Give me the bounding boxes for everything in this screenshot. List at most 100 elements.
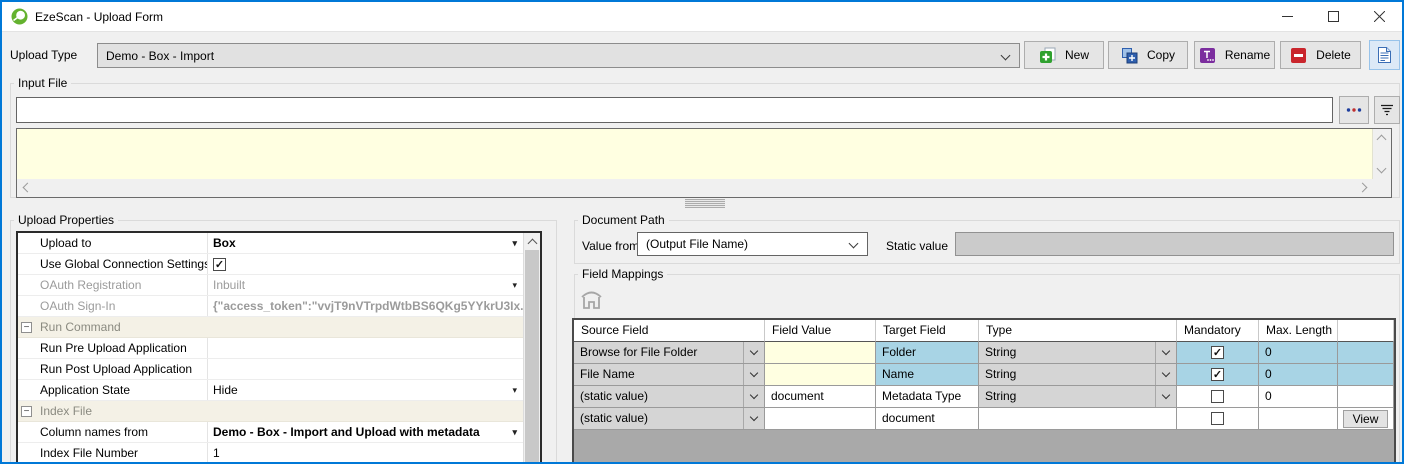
type-select[interactable]: String — [979, 342, 1177, 364]
property-value[interactable]: ✓ — [208, 254, 523, 274]
collapse-icon[interactable]: − — [21, 406, 32, 417]
preview-text-area[interactable] — [17, 129, 1373, 179]
collapse-icon[interactable]: − — [21, 322, 32, 333]
source-field-dropdown[interactable] — [743, 408, 764, 429]
property-value[interactable]: Inbuilt ▾ — [208, 275, 523, 295]
browse-button[interactable] — [1339, 96, 1369, 124]
delete-button[interactable]: Delete — [1280, 41, 1361, 69]
upload-type-select[interactable]: Demo - Box - Import — [97, 43, 1020, 68]
property-row[interactable]: Index File Number1 — [18, 443, 523, 464]
filter-button[interactable] — [1374, 96, 1400, 124]
field-value-cell[interactable] — [765, 364, 876, 386]
source-field-dropdown[interactable] — [743, 386, 764, 407]
dropdown-arrow-icon[interactable]: ▾ — [512, 275, 517, 295]
view-definition-button[interactable] — [1369, 40, 1400, 70]
property-value-text: {"access_token":"vvjT9nVTrpdWtbBS6QKg5YY… — [213, 299, 523, 313]
max-length-text: 0 — [1265, 345, 1272, 359]
static-value-input — [955, 232, 1394, 256]
property-row[interactable]: OAuth RegistrationInbuilt▾ — [18, 275, 523, 296]
chevron-down-icon — [750, 347, 758, 355]
property-value[interactable] — [208, 359, 523, 379]
target-field-cell[interactable]: document — [876, 408, 979, 430]
target-field-cell[interactable]: Folder — [876, 342, 979, 364]
mandatory-checkbox[interactable]: ✓ — [1211, 368, 1224, 381]
maximize-button[interactable] — [1310, 2, 1356, 31]
max-length-cell[interactable]: 0 — [1259, 386, 1338, 408]
source-field-select[interactable]: File Name — [574, 364, 765, 386]
source-field-dropdown[interactable] — [743, 342, 764, 363]
source-field-select[interactable]: (static value) — [574, 386, 765, 408]
mapping-row[interactable]: (static value) document View — [574, 408, 1394, 430]
scroll-right-icon[interactable] — [1358, 183, 1368, 193]
mandatory-cell[interactable]: ✓ — [1177, 364, 1259, 386]
mandatory-cell[interactable]: ✓ — [1177, 342, 1259, 364]
type-dropdown[interactable] — [1155, 364, 1176, 385]
type-select[interactable]: String — [979, 364, 1177, 386]
preview-vertical-scrollbar[interactable] — [1373, 129, 1391, 179]
copy-button[interactable]: Copy — [1108, 41, 1188, 69]
splitter-handle[interactable] — [685, 199, 725, 208]
property-row[interactable]: Run Post Upload Application — [18, 359, 523, 380]
type-dropdown[interactable] — [1155, 386, 1176, 407]
max-length-cell[interactable]: 0 — [1259, 342, 1338, 364]
preview-horizontal-scrollbar[interactable] — [17, 179, 1373, 197]
type-select[interactable]: String — [979, 386, 1177, 408]
source-field-dropdown[interactable] — [743, 364, 764, 385]
field-value-cell[interactable] — [765, 342, 876, 364]
property-value[interactable]: Hide▾ — [208, 380, 523, 400]
view-button[interactable]: View — [1343, 410, 1389, 428]
mapping-row[interactable]: (static value)documentMetadata TypeStrin… — [574, 386, 1394, 408]
target-field-cell[interactable]: Metadata Type — [876, 386, 979, 408]
property-value-text: Inbuilt — [213, 278, 245, 292]
document-icon — [1377, 46, 1392, 64]
mandatory-checkbox[interactable]: ✓ — [1211, 346, 1224, 359]
property-value[interactable]: Demo - Box - Import and Upload with meta… — [208, 422, 523, 442]
dropdown-arrow-icon[interactable]: ▾ — [512, 422, 517, 442]
max-length-cell[interactable] — [1259, 408, 1338, 430]
mapping-row[interactable]: Browse for File Folder FolderString ✓ 0 — [574, 342, 1394, 364]
property-value[interactable] — [208, 338, 523, 358]
property-row[interactable]: Use Global Connection Settings ✓ — [18, 254, 523, 275]
value-from-select[interactable]: (Output File Name) — [637, 232, 868, 256]
target-field-cell[interactable]: Name — [876, 364, 979, 386]
property-name: Use Global Connection Settings — [18, 254, 208, 274]
new-button[interactable]: New — [1024, 41, 1104, 69]
property-value[interactable]: {"access_token":"vvjT9nVTrpdWtbBS6QKg5YY… — [208, 296, 523, 316]
source-field-select[interactable]: (static value) — [574, 408, 765, 430]
dropdown-arrow-icon[interactable]: ▾ — [512, 380, 517, 400]
max-length-cell[interactable]: 0 — [1259, 364, 1338, 386]
property-row[interactable]: OAuth Sign-In{"access_token":"vvjT9nVTrp… — [18, 296, 523, 317]
rename-button[interactable]: Rename — [1194, 41, 1275, 69]
property-value[interactable]: 1 — [208, 443, 523, 463]
type-dropdown[interactable] — [1155, 342, 1176, 363]
property-row[interactable]: Run Pre Upload Application — [18, 338, 523, 359]
input-file-input[interactable] — [16, 97, 1333, 123]
checkbox-checked[interactable]: ✓ — [213, 258, 226, 271]
scrollbar-thumb[interactable] — [525, 250, 539, 464]
mandatory-cell[interactable] — [1177, 386, 1259, 408]
dropdown-arrow-icon[interactable]: ▾ — [512, 233, 517, 253]
mandatory-checkbox[interactable] — [1211, 412, 1224, 425]
property-group-row[interactable]: −Run Command — [18, 317, 523, 338]
mandatory-checkbox[interactable] — [1211, 390, 1224, 403]
field-value-cell[interactable]: document — [765, 386, 876, 408]
home-icon[interactable] — [579, 287, 604, 314]
field-value-cell[interactable] — [765, 408, 876, 430]
chevron-down-icon — [1001, 50, 1011, 60]
scroll-up-icon[interactable] — [1377, 135, 1387, 145]
scroll-left-icon[interactable] — [23, 183, 33, 193]
property-value[interactable]: Box▾ — [208, 233, 523, 253]
property-row[interactable]: Upload toBox▾ — [18, 233, 523, 254]
close-button[interactable] — [1356, 2, 1402, 31]
property-row[interactable]: Column names fromDemo - Box - Import and… — [18, 422, 523, 443]
property-group-label: Run Command — [40, 317, 121, 337]
minimize-button[interactable] — [1264, 2, 1310, 31]
scroll-up-button[interactable] — [524, 233, 541, 250]
scroll-down-icon[interactable] — [1377, 164, 1387, 174]
mapping-row[interactable]: File Name NameString ✓ 0 — [574, 364, 1394, 386]
properties-scrollbar[interactable] — [523, 233, 540, 464]
property-row[interactable]: Application StateHide▾ — [18, 380, 523, 401]
source-field-select[interactable]: Browse for File Folder — [574, 342, 765, 364]
property-group-row[interactable]: −Index File — [18, 401, 523, 422]
mandatory-cell[interactable] — [1177, 408, 1259, 430]
